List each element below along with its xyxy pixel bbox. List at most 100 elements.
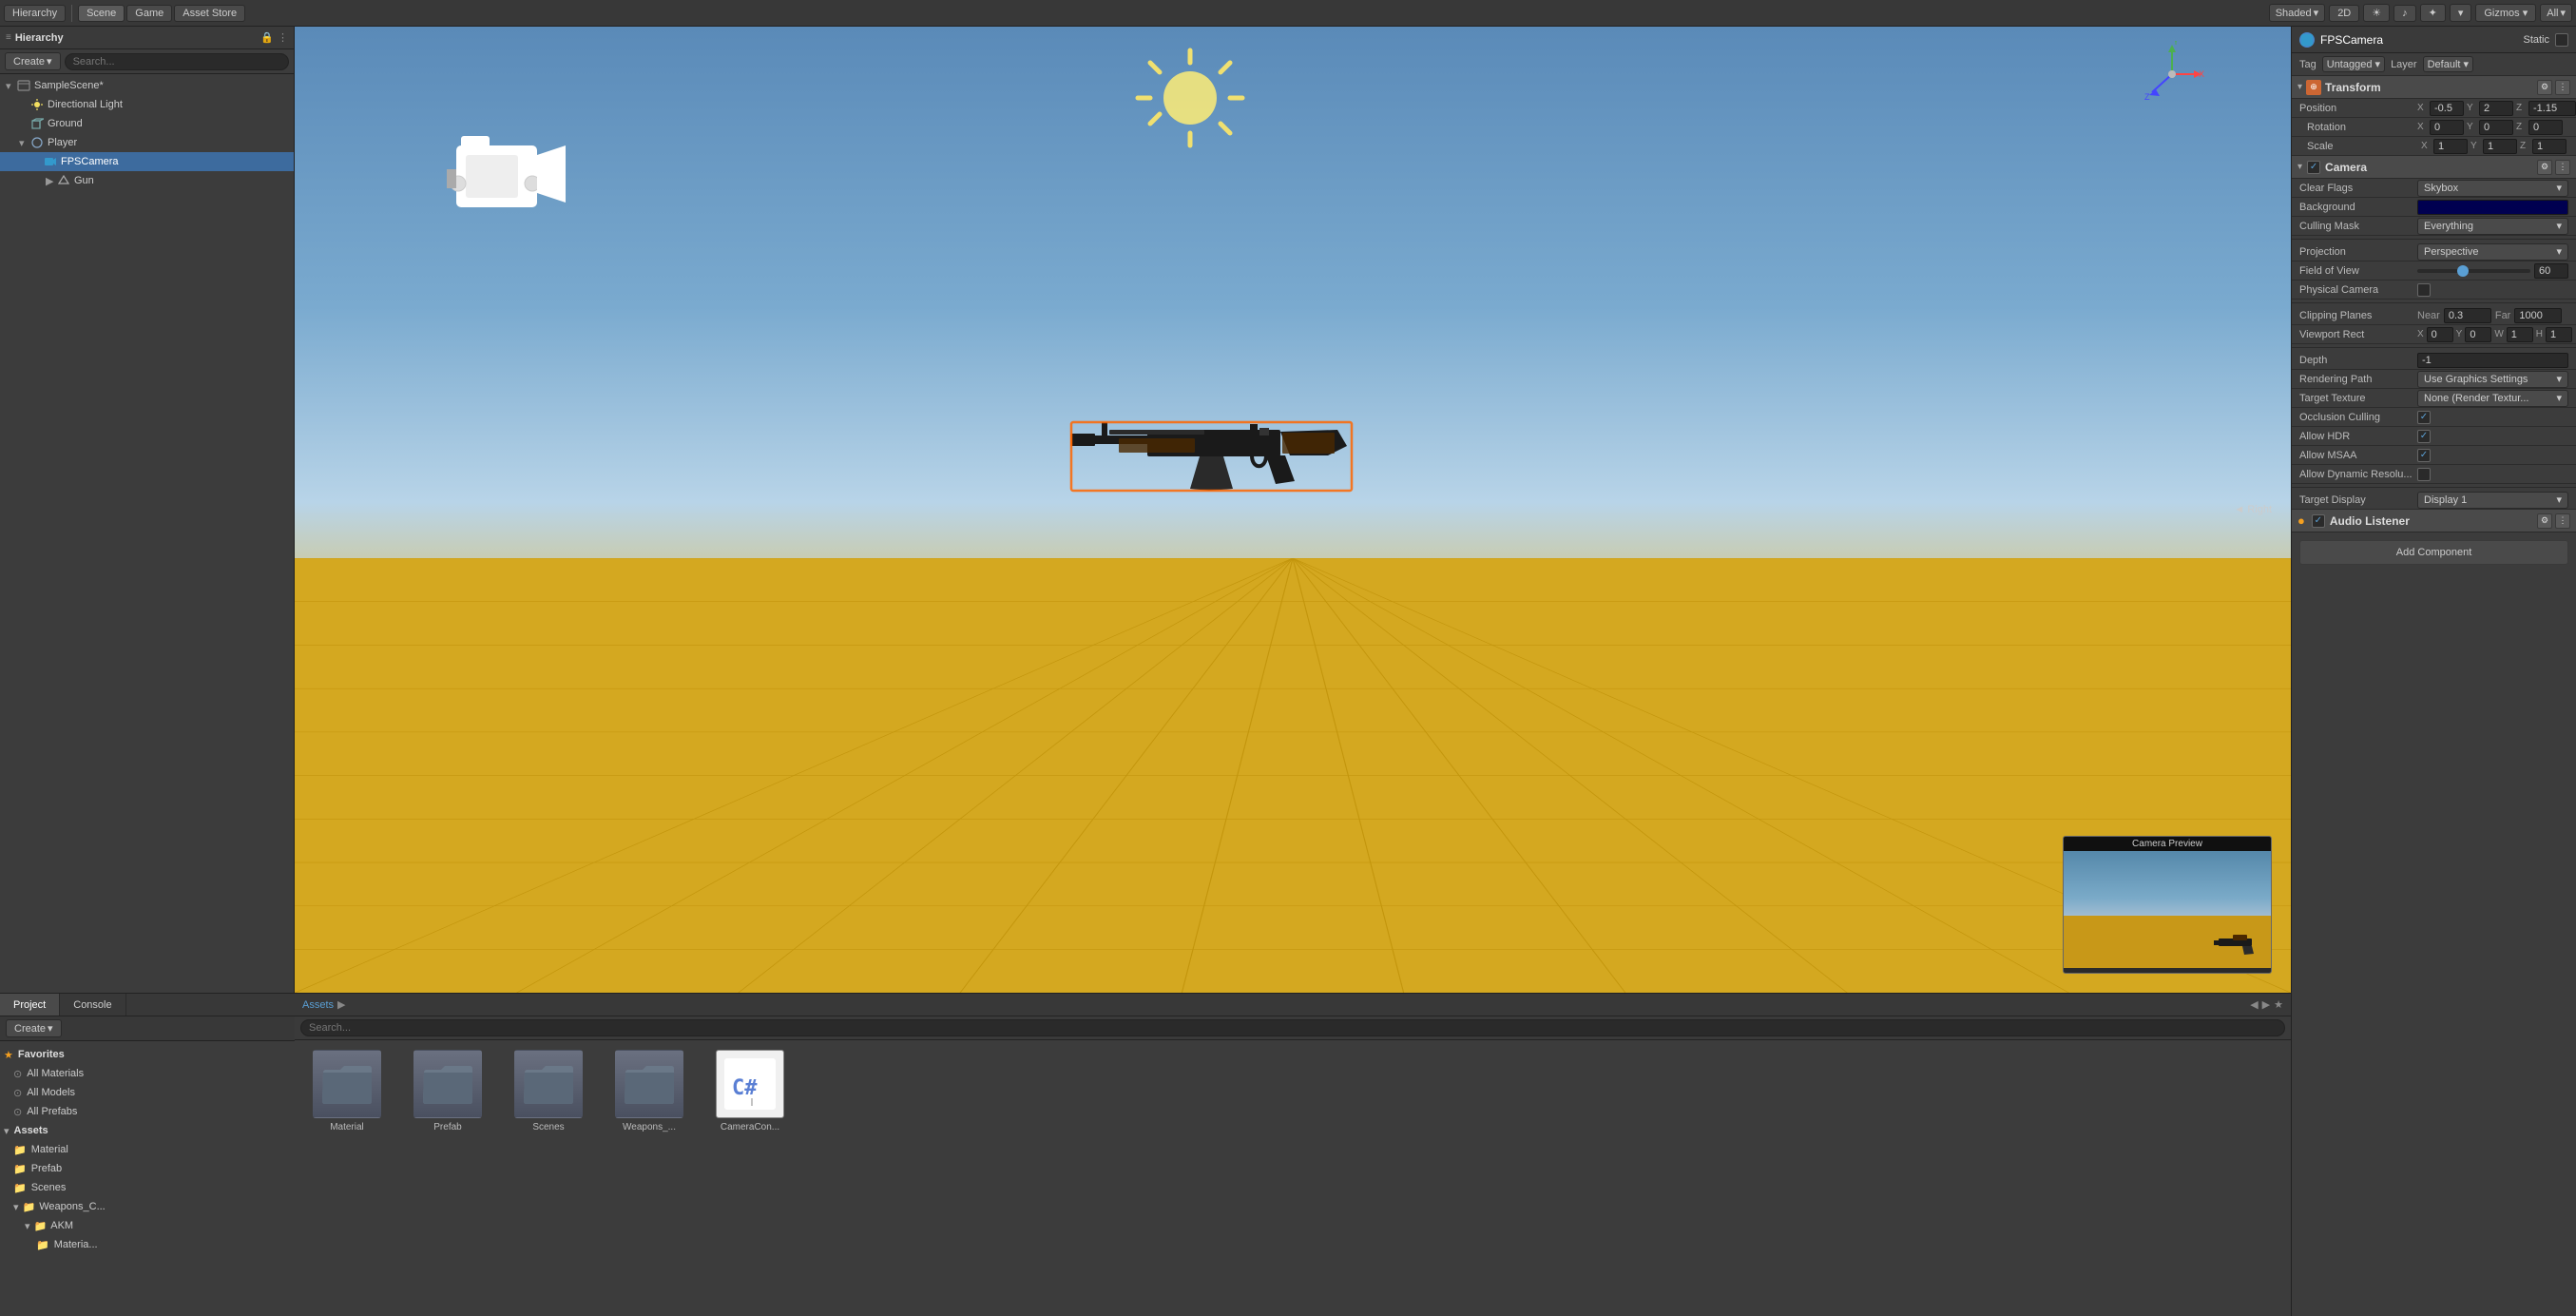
assets-header[interactable]: ▾ Assets <box>0 1121 295 1140</box>
project-fwd-icon[interactable]: ▶ <box>2262 998 2270 1011</box>
hierarchy-item-directional-light[interactable]: Directional Light <box>0 95 294 114</box>
light-btn[interactable]: ☀ <box>2363 4 2390 22</box>
hierarchy-item-fpscamera[interactable]: FPSCamera <box>0 152 294 171</box>
vp-h-field[interactable] <box>2546 327 2572 342</box>
tree-all-materials[interactable]: ⊙ All Materials <box>0 1064 295 1083</box>
culling-mask-dropdown[interactable]: Everything ▾ <box>2417 218 2568 235</box>
physical-camera-checkbox[interactable] <box>2417 283 2431 297</box>
scene-options-btn[interactable]: ▾ <box>2450 4 2472 22</box>
project-star-icon[interactable]: ★ <box>2274 998 2283 1011</box>
gameobject-icon <box>30 136 44 149</box>
project-create-btn[interactable]: Create ▾ <box>6 1019 62 1037</box>
hierarchy-scene-root[interactable]: ▾ SampleScene* <box>0 76 294 95</box>
vp-x-field[interactable] <box>2427 327 2453 342</box>
scale-z-field[interactable] <box>2532 139 2566 154</box>
rot-y-field[interactable] <box>2479 120 2513 135</box>
tree-all-prefabs[interactable]: ⊙ All Prefabs <box>0 1102 295 1121</box>
target-texture-dropdown[interactable]: None (Render Textur... ▾ <box>2417 390 2568 407</box>
2d-btn[interactable]: 2D <box>2329 5 2359 22</box>
tree-akm-folder[interactable]: ▾ 📁 AKM <box>0 1216 295 1235</box>
shaded-dropdown[interactable]: Shaded ▾ <box>2269 4 2325 22</box>
transform-settings-icon[interactable]: ⚙ <box>2537 80 2552 95</box>
camera-settings-icon[interactable]: ⚙ <box>2537 160 2552 175</box>
hierarchy-menu-icon[interactable]: ⋮ <box>278 31 288 44</box>
all-dropdown[interactable]: All ▾ <box>2540 4 2572 22</box>
tree-all-models[interactable]: ⊙ All Models <box>0 1083 295 1102</box>
scale-row: Scale X Y Z <box>2292 137 2576 156</box>
pos-y-field[interactable] <box>2479 101 2513 116</box>
fx-btn[interactable]: ✦ <box>2420 4 2446 22</box>
akm-arrow-icon: ▾ <box>25 1220 30 1232</box>
rot-x-field[interactable] <box>2430 120 2464 135</box>
occlusion-culling-checkbox[interactable] <box>2417 411 2431 424</box>
camera-component-header[interactable]: ▾ Camera ⚙ ⋮ <box>2292 156 2576 179</box>
camera-enabled-checkbox[interactable] <box>2307 161 2320 174</box>
tab-project[interactable]: Project <box>0 994 60 1016</box>
vp-w-field[interactable] <box>2507 327 2533 342</box>
hierarchy-create-btn[interactable]: Create ▾ <box>5 52 61 70</box>
breadcrumb-assets[interactable]: Assets <box>302 999 334 1011</box>
scale-x-field[interactable] <box>2433 139 2468 154</box>
allow-hdr-checkbox[interactable] <box>2417 430 2431 443</box>
tab-asset-store[interactable]: Asset Store <box>174 5 245 22</box>
hierarchy-item-gun[interactable]: ▶ Gun <box>0 171 294 190</box>
hierarchy-lock-icon[interactable]: 🔒 <box>260 31 274 44</box>
clip-near-field[interactable] <box>2444 308 2491 323</box>
background-color-swatch[interactable] <box>2417 200 2568 215</box>
hierarchy-search-input[interactable] <box>65 53 289 70</box>
tree-weapons-folder[interactable]: ▾ 📁 Weapons_C... <box>0 1197 295 1216</box>
tree-material-sub-folder[interactable]: 📁 Materia... <box>0 1235 295 1254</box>
tree-prefab-folder[interactable]: 📁 Prefab <box>0 1159 295 1178</box>
scene-viewport-wrapper[interactable]: Y X Z ◄ Right <box>295 27 2291 993</box>
tab-hierarchy[interactable]: Hierarchy <box>4 5 66 22</box>
fov-value-field[interactable] <box>2534 263 2568 279</box>
audio-settings-icon[interactable]: ⚙ <box>2537 513 2552 529</box>
asset-scenes[interactable]: Scenes <box>506 1050 591 1132</box>
clear-flags-dropdown[interactable]: Skybox ▾ <box>2417 180 2568 197</box>
favorites-header[interactable]: ★ Favorites <box>0 1045 295 1064</box>
hierarchy-item-ground[interactable]: Ground <box>0 114 294 133</box>
pos-z-field[interactable] <box>2528 101 2576 116</box>
fov-slider-thumb[interactable] <box>2457 265 2469 277</box>
svg-text:X: X <box>2199 69 2204 79</box>
allow-msaa-checkbox[interactable] <box>2417 449 2431 462</box>
asset-prefab[interactable]: Prefab <box>405 1050 490 1132</box>
scale-y-field[interactable] <box>2483 139 2517 154</box>
audio-listener-header[interactable]: ● Audio Listener ⚙ ⋮ <box>2292 510 2576 532</box>
position-row: Position X Y Z <box>2292 99 2576 118</box>
rot-z-field[interactable] <box>2528 120 2563 135</box>
camera-overflow-icon[interactable]: ⋮ <box>2555 160 2570 175</box>
fov-slider-track[interactable] <box>2417 269 2530 273</box>
gizmos-dropdown[interactable]: Gizmos ▾ <box>2475 4 2536 22</box>
tree-scenes-folder[interactable]: 📁 Scenes <box>0 1178 295 1197</box>
projection-dropdown[interactable]: Perspective ▾ <box>2417 243 2568 261</box>
audio-btn[interactable]: ♪ <box>2393 5 2416 22</box>
depth-field[interactable] <box>2417 353 2568 368</box>
tab-game[interactable]: Game <box>126 5 172 22</box>
hierarchy-item-player[interactable]: ▾ Player <box>0 133 294 152</box>
static-checkbox[interactable] <box>2555 33 2568 47</box>
clip-far-field[interactable] <box>2514 308 2562 323</box>
asset-weapons[interactable]: Weapons_... <box>606 1050 692 1132</box>
project-search-input[interactable] <box>300 1019 2285 1036</box>
main-area: ≡ Hierarchy 🔒 ⋮ Create ▾ ▾ <box>0 27 2576 1316</box>
tab-console[interactable]: Console <box>60 994 125 1016</box>
allow-dynres-checkbox[interactable] <box>2417 468 2431 481</box>
asset-camera-script[interactable]: C# CameraCon... <box>707 1050 793 1132</box>
layer-dropdown[interactable]: Default ▾ <box>2423 56 2473 72</box>
vp-y-field[interactable] <box>2465 327 2491 342</box>
add-component-btn[interactable]: Add Component <box>2299 540 2568 565</box>
project-back-icon[interactable]: ◀ <box>2250 998 2258 1011</box>
asset-material[interactable]: Material <box>304 1050 390 1132</box>
transform-overflow-icon[interactable]: ⋮ <box>2555 80 2570 95</box>
pos-x-field[interactable] <box>2430 101 2464 116</box>
tree-material-folder[interactable]: 📁 Material <box>0 1140 295 1159</box>
transform-component-header[interactable]: ▾ ⊕ Transform ⚙ ⋮ <box>2292 76 2576 99</box>
audio-enabled-checkbox[interactable] <box>2312 514 2325 528</box>
audio-overflow-icon[interactable]: ⋮ <box>2555 513 2570 529</box>
target-display-dropdown[interactable]: Display 1 ▾ <box>2417 492 2568 509</box>
camera-icon <box>44 155 57 168</box>
rendering-path-dropdown[interactable]: Use Graphics Settings ▾ <box>2417 371 2568 388</box>
tab-scene[interactable]: Scene <box>78 5 125 22</box>
tag-dropdown[interactable]: Untagged ▾ <box>2322 56 2385 72</box>
